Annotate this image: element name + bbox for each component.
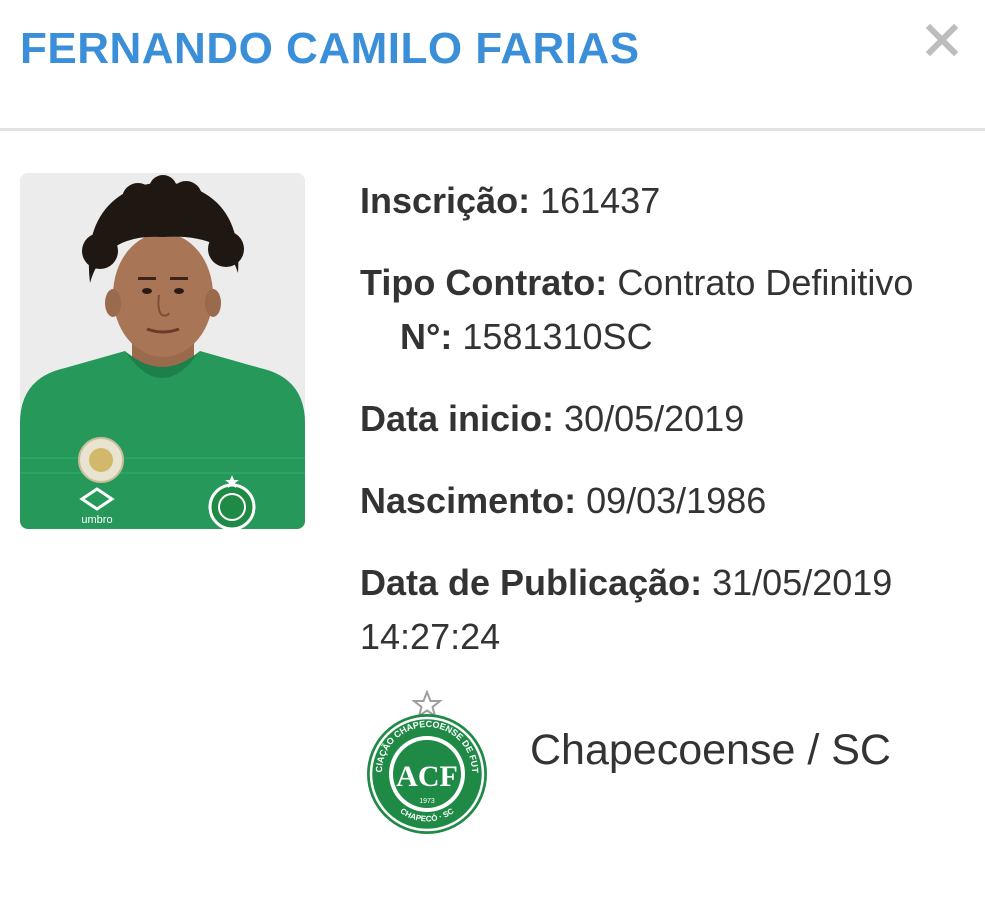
publication-date-row: Data de Publicação: 31/05/2019 14:27:24: [360, 556, 930, 664]
club-section: ASSOCIAÇÃO CHAPECOENSE DE FUTEBOL CHAPEC…: [360, 690, 960, 835]
contract-number-label: N°:: [400, 316, 453, 357]
contract-type-label: Tipo Contrato:: [360, 262, 608, 303]
publication-date-label: Data de Publicação:: [360, 562, 703, 603]
birth-date-value: 09/03/1986: [586, 480, 767, 521]
club-crest-icon: ASSOCIAÇÃO CHAPECOENSE DE FUTEBOL CHAPEC…: [360, 690, 487, 834]
jersey-brand-text: umbro: [81, 514, 112, 526]
contract-number-line: N°: 1581310SC: [360, 310, 960, 364]
start-date-value: 30/05/2019: [564, 398, 745, 439]
player-photo-illustration: umbro: [20, 173, 305, 529]
contract-row: Tipo Contrato: Contrato Definitivo N°: 1…: [360, 256, 960, 364]
crest-year: 1973: [419, 798, 435, 805]
birth-date-label: Nascimento:: [360, 480, 577, 521]
crest-monogram: ACF: [396, 760, 458, 793]
player-photo: umbro: [20, 173, 305, 529]
club-name: Chapecoense / SC: [530, 726, 891, 774]
close-icon: [925, 23, 959, 57]
contract-number-value: 1581310SC: [462, 316, 653, 357]
close-button[interactable]: [920, 18, 964, 62]
modal-header: FERNANDO CAMILO FARIAS: [0, 0, 985, 131]
registration-row: Inscrição: 161437: [360, 174, 960, 228]
player-details-modal: FERNANDO CAMILO FARIAS umbro Inscrição: …: [0, 0, 985, 909]
birth-date-row: Nascimento: 09/03/1986: [360, 474, 960, 528]
start-date-row: Data inicio: 30/05/2019: [360, 392, 960, 446]
player-info: Inscrição: 161437 Tipo Contrato: Contrat…: [360, 174, 960, 692]
player-name-title: FERNANDO CAMILO FARIAS: [20, 24, 640, 73]
contract-type-value: Contrato Definitivo: [617, 262, 914, 303]
registration-label: Inscrição:: [360, 180, 531, 221]
registration-value: 161437: [540, 180, 661, 221]
start-date-label: Data inicio:: [360, 398, 555, 439]
